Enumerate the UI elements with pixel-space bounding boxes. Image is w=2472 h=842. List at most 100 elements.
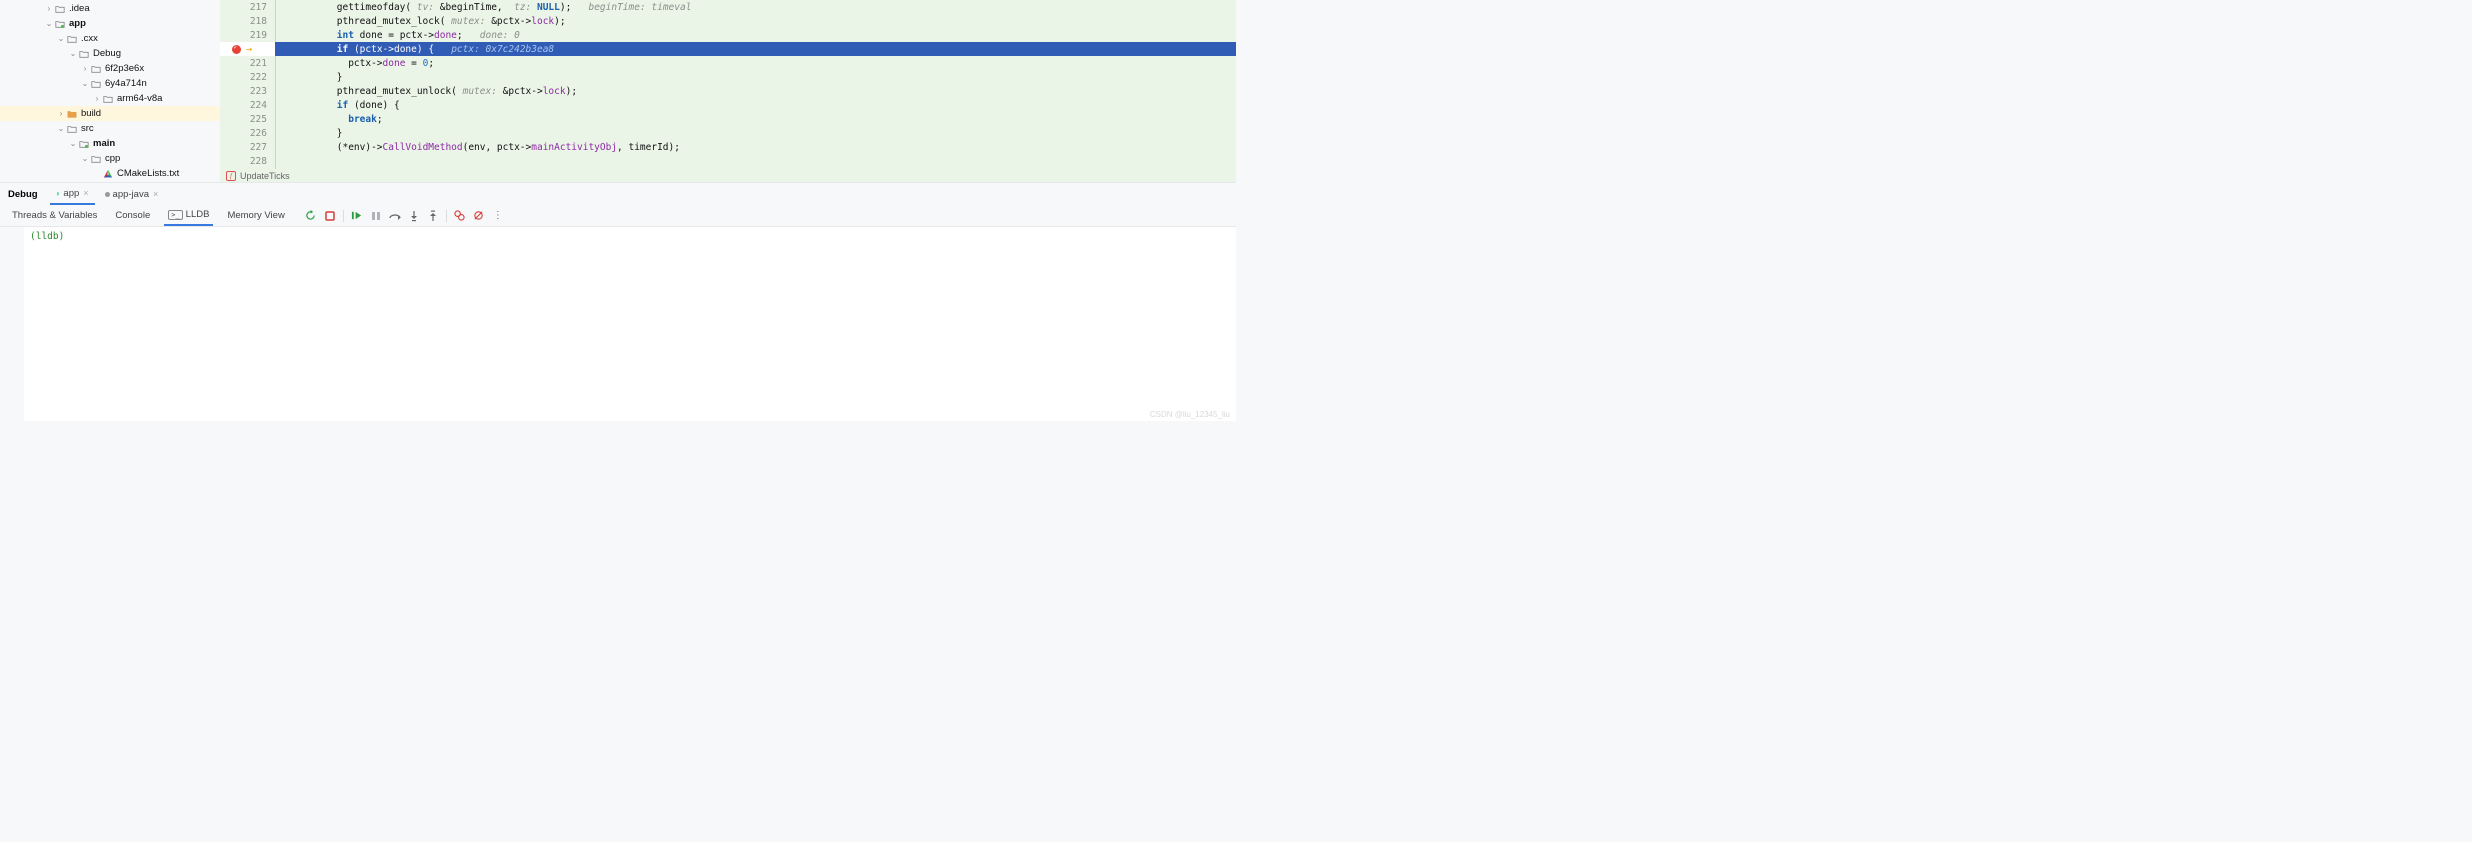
tree-label: .cxx [81,33,98,44]
subtab-threads[interactable]: Threads & Variables [8,205,101,226]
tree-label: .idea [69,3,90,14]
chevron-down-icon: ⌄ [56,124,66,133]
view-breakpoints-icon[interactable] [454,210,466,222]
tree-item-debug[interactable]: ⌄ Debug [0,46,220,61]
code-area[interactable]: 217 218 219 → 221 222 223 224 225 226 22… [220,0,1236,169]
lldb-console[interactable]: (lldb) [24,227,1236,421]
folder-icon [78,49,90,59]
file-tree[interactable]: › .idea ⌄ app ⌄ .cxx ⌄ Debug › 6f2p3e6x … [0,0,220,182]
step-out-icon[interactable] [427,210,439,222]
tree-label: arm64-v8a [117,93,162,104]
rerun-icon[interactable] [305,210,317,222]
chevron-down-icon: ⌄ [44,19,54,28]
tab-label: app-java [113,189,149,200]
breadcrumb-label: UpdateTicks [240,171,290,181]
gutter-line-breakpoint[interactable]: → [220,42,275,56]
gutter-line[interactable]: 218 [220,14,275,28]
inlay-hint: beginTime: timeval [588,2,691,13]
debug-subtabs-row: Threads & Variables Console >_LLDB Memor… [0,205,1236,227]
step-into-icon[interactable] [408,210,420,222]
tree-label: Debug [93,48,121,59]
folder-icon [102,94,114,104]
gutter-line[interactable]: 224 [220,98,275,112]
mute-breakpoints-icon[interactable] [473,210,485,222]
tree-item-cxx[interactable]: ⌄ .cxx [0,31,220,46]
divider [446,210,447,222]
tree-label: src [81,123,94,134]
folder-icon [90,64,102,74]
chevron-right-icon: › [80,64,90,73]
folder-icon [66,124,78,134]
debug-tab-app-java[interactable]: app-java × [99,183,165,205]
gutter-line[interactable]: 223 [220,84,275,98]
tree-item-idea[interactable]: › .idea [0,1,220,16]
chevron-down-icon: ⌄ [80,79,90,88]
code-line[interactable]: (*env)->CallVoidMethod(env, pctx->mainAc… [276,140,1236,154]
tree-item-app[interactable]: ⌄ app [0,16,220,31]
top-pane: › .idea ⌄ app ⌄ .cxx ⌄ Debug › 6f2p3e6x … [0,0,1236,182]
chevron-right-icon: › [44,4,54,13]
gutter-line[interactable]: 226 [220,126,275,140]
subtab-console[interactable]: Console [111,205,154,226]
tree-item-hash2[interactable]: ⌄ 6y4a714n [0,76,220,91]
debug-toolbar: ⋮ [305,210,504,222]
module-folder-icon [78,139,90,149]
tree-label: app [69,18,86,29]
tree-item-cpp[interactable]: ⌄ cpp [0,151,220,166]
breakpoint-icon[interactable] [232,45,241,54]
code-line[interactable]: pthread_mutex_lock( mutex: &pctx->lock); [276,14,1236,28]
chevron-down-icon: ⌄ [80,154,90,163]
tree-item-src[interactable]: ⌄ src [0,121,220,136]
code-line[interactable]: if (done) { [276,98,1236,112]
close-icon[interactable]: × [83,188,88,198]
tree-label: CMakeLists.txt [117,168,179,179]
folder-icon [90,79,102,89]
tree-item-main[interactable]: ⌄ main [0,136,220,151]
code-line[interactable]: pctx->done = 0; [276,56,1236,70]
tree-item-arch[interactable]: › arm64-v8a [0,91,220,106]
code-line[interactable]: break; [276,112,1236,126]
gutter-line[interactable]: 221 [220,56,275,70]
gutter-line[interactable]: 227 [220,140,275,154]
editor[interactable]: 217 218 219 → 221 222 223 224 225 226 22… [220,0,1236,182]
tree-item-hash1[interactable]: › 6f2p3e6x [0,61,220,76]
status-dot-icon [105,192,110,197]
tree-item-build[interactable]: › build [0,106,220,121]
gutter-line[interactable]: 222 [220,70,275,84]
code-line[interactable]: gettimeofday( tv: &beginTime, tz: NULL);… [276,0,1236,14]
android-icon: ◗ [56,189,61,198]
subtab-memory[interactable]: Memory View [223,205,288,226]
pause-icon[interactable] [370,210,382,222]
gutter[interactable]: 217 218 219 → 221 222 223 224 225 226 22… [220,0,275,169]
inlay-hint: done: 0 [480,30,520,41]
code-line[interactable] [276,154,1236,168]
chevron-down-icon: ⌄ [56,34,66,43]
code-line[interactable]: } [276,70,1236,84]
gutter-line[interactable]: 225 [220,112,275,126]
code-line[interactable]: pthread_mutex_unlock( mutex: &pctx->lock… [276,84,1236,98]
debug-tab-app[interactable]: ◗ app × [50,183,95,205]
debug-tabs-row: Debug ◗ app × app-java × [0,183,1236,205]
gutter-line[interactable]: 217 [220,0,275,14]
tree-item-cmake[interactable]: CMakeLists.txt [0,166,220,181]
stop-icon[interactable] [324,210,336,222]
debug-panel: Debug ◗ app × app-java × Threads & Varia… [0,182,1236,421]
resume-icon[interactable] [351,210,363,222]
code-line[interactable]: int done = pctx->done; done: 0 [276,28,1236,42]
folder-icon [90,154,102,164]
chevron-down-icon: ⌄ [68,49,78,58]
gutter-line[interactable]: 219 [220,28,275,42]
code-lines[interactable]: gettimeofday( tv: &beginTime, tz: NULL);… [275,0,1236,169]
excluded-folder-icon [66,109,78,119]
subtab-lldb[interactable]: >_LLDB [164,205,213,226]
module-folder-icon [54,19,66,29]
code-line[interactable]: } [276,126,1236,140]
more-icon[interactable]: ⋮ [492,210,504,222]
code-line-current[interactable]: if (pctx->done) { pctx: 0x7c242b3ea8 [272,42,1236,56]
close-icon[interactable]: × [153,189,158,199]
gutter-line[interactable]: 228 [220,154,275,168]
step-over-icon[interactable] [389,210,401,222]
folder-icon [66,34,78,44]
breadcrumb[interactable]: f UpdateTicks [220,169,1236,182]
tree-label: cpp [105,153,120,164]
